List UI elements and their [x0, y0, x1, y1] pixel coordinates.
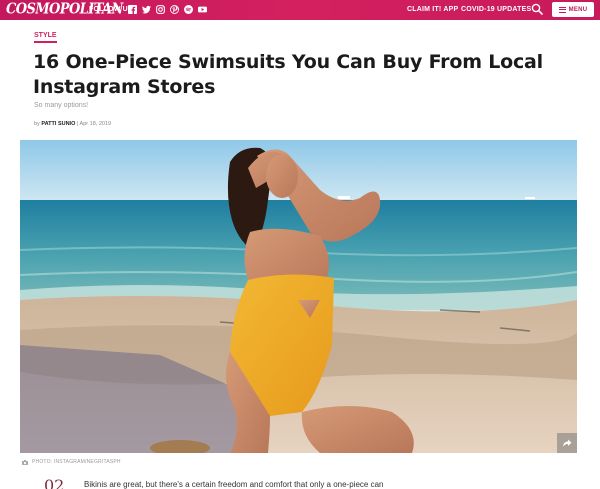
byline: by PATTI SUNIO | Apr 18, 2019	[34, 121, 111, 127]
intro-paragraph: Bikinis are great, but there's a certain…	[84, 480, 384, 489]
article-headline: 16 One-Piece Swimsuits You Can Buy From …	[33, 51, 543, 98]
category-tag[interactable]: STYLE	[34, 32, 57, 43]
social-links	[128, 5, 207, 14]
share-arrow-icon	[562, 439, 572, 447]
image-credit-text: PHOTO: INSTAGRAM/NEGRITASPH	[32, 459, 121, 465]
camera-icon	[22, 459, 28, 465]
twitter-icon[interactable]	[142, 5, 151, 14]
facebook-icon[interactable]	[128, 5, 137, 14]
spotify-icon[interactable]	[184, 5, 193, 14]
menu-button[interactable]: MENU	[552, 2, 594, 17]
share-button[interactable]	[557, 433, 577, 453]
youtube-icon[interactable]	[198, 5, 207, 14]
image-credit: PHOTO: INSTAGRAM/NEGRITASPH	[22, 459, 121, 465]
byline-prefix: by	[34, 121, 40, 127]
author-link[interactable]: PATTI SUNIO	[41, 121, 75, 127]
pinterest-icon[interactable]	[170, 5, 179, 14]
search-icon[interactable]	[531, 3, 543, 15]
covid-updates-link[interactable]: COVID-19 UPDATES	[461, 6, 531, 13]
claim-it-app-link[interactable]: CLAIM IT! APP	[407, 6, 458, 13]
top-navigation-bar: COSMOPOLITAN FOLLOW US! CLAIM IT! APP CO…	[0, 0, 600, 20]
publish-date: | Apr 18, 2019	[76, 121, 112, 127]
intro-numeral: 02	[44, 476, 65, 489]
instagram-icon[interactable]	[156, 5, 165, 14]
article-dek: So many options!	[34, 102, 89, 109]
hero-image	[20, 140, 577, 453]
menu-label: MENU	[568, 6, 588, 13]
hamburger-icon	[558, 6, 566, 13]
